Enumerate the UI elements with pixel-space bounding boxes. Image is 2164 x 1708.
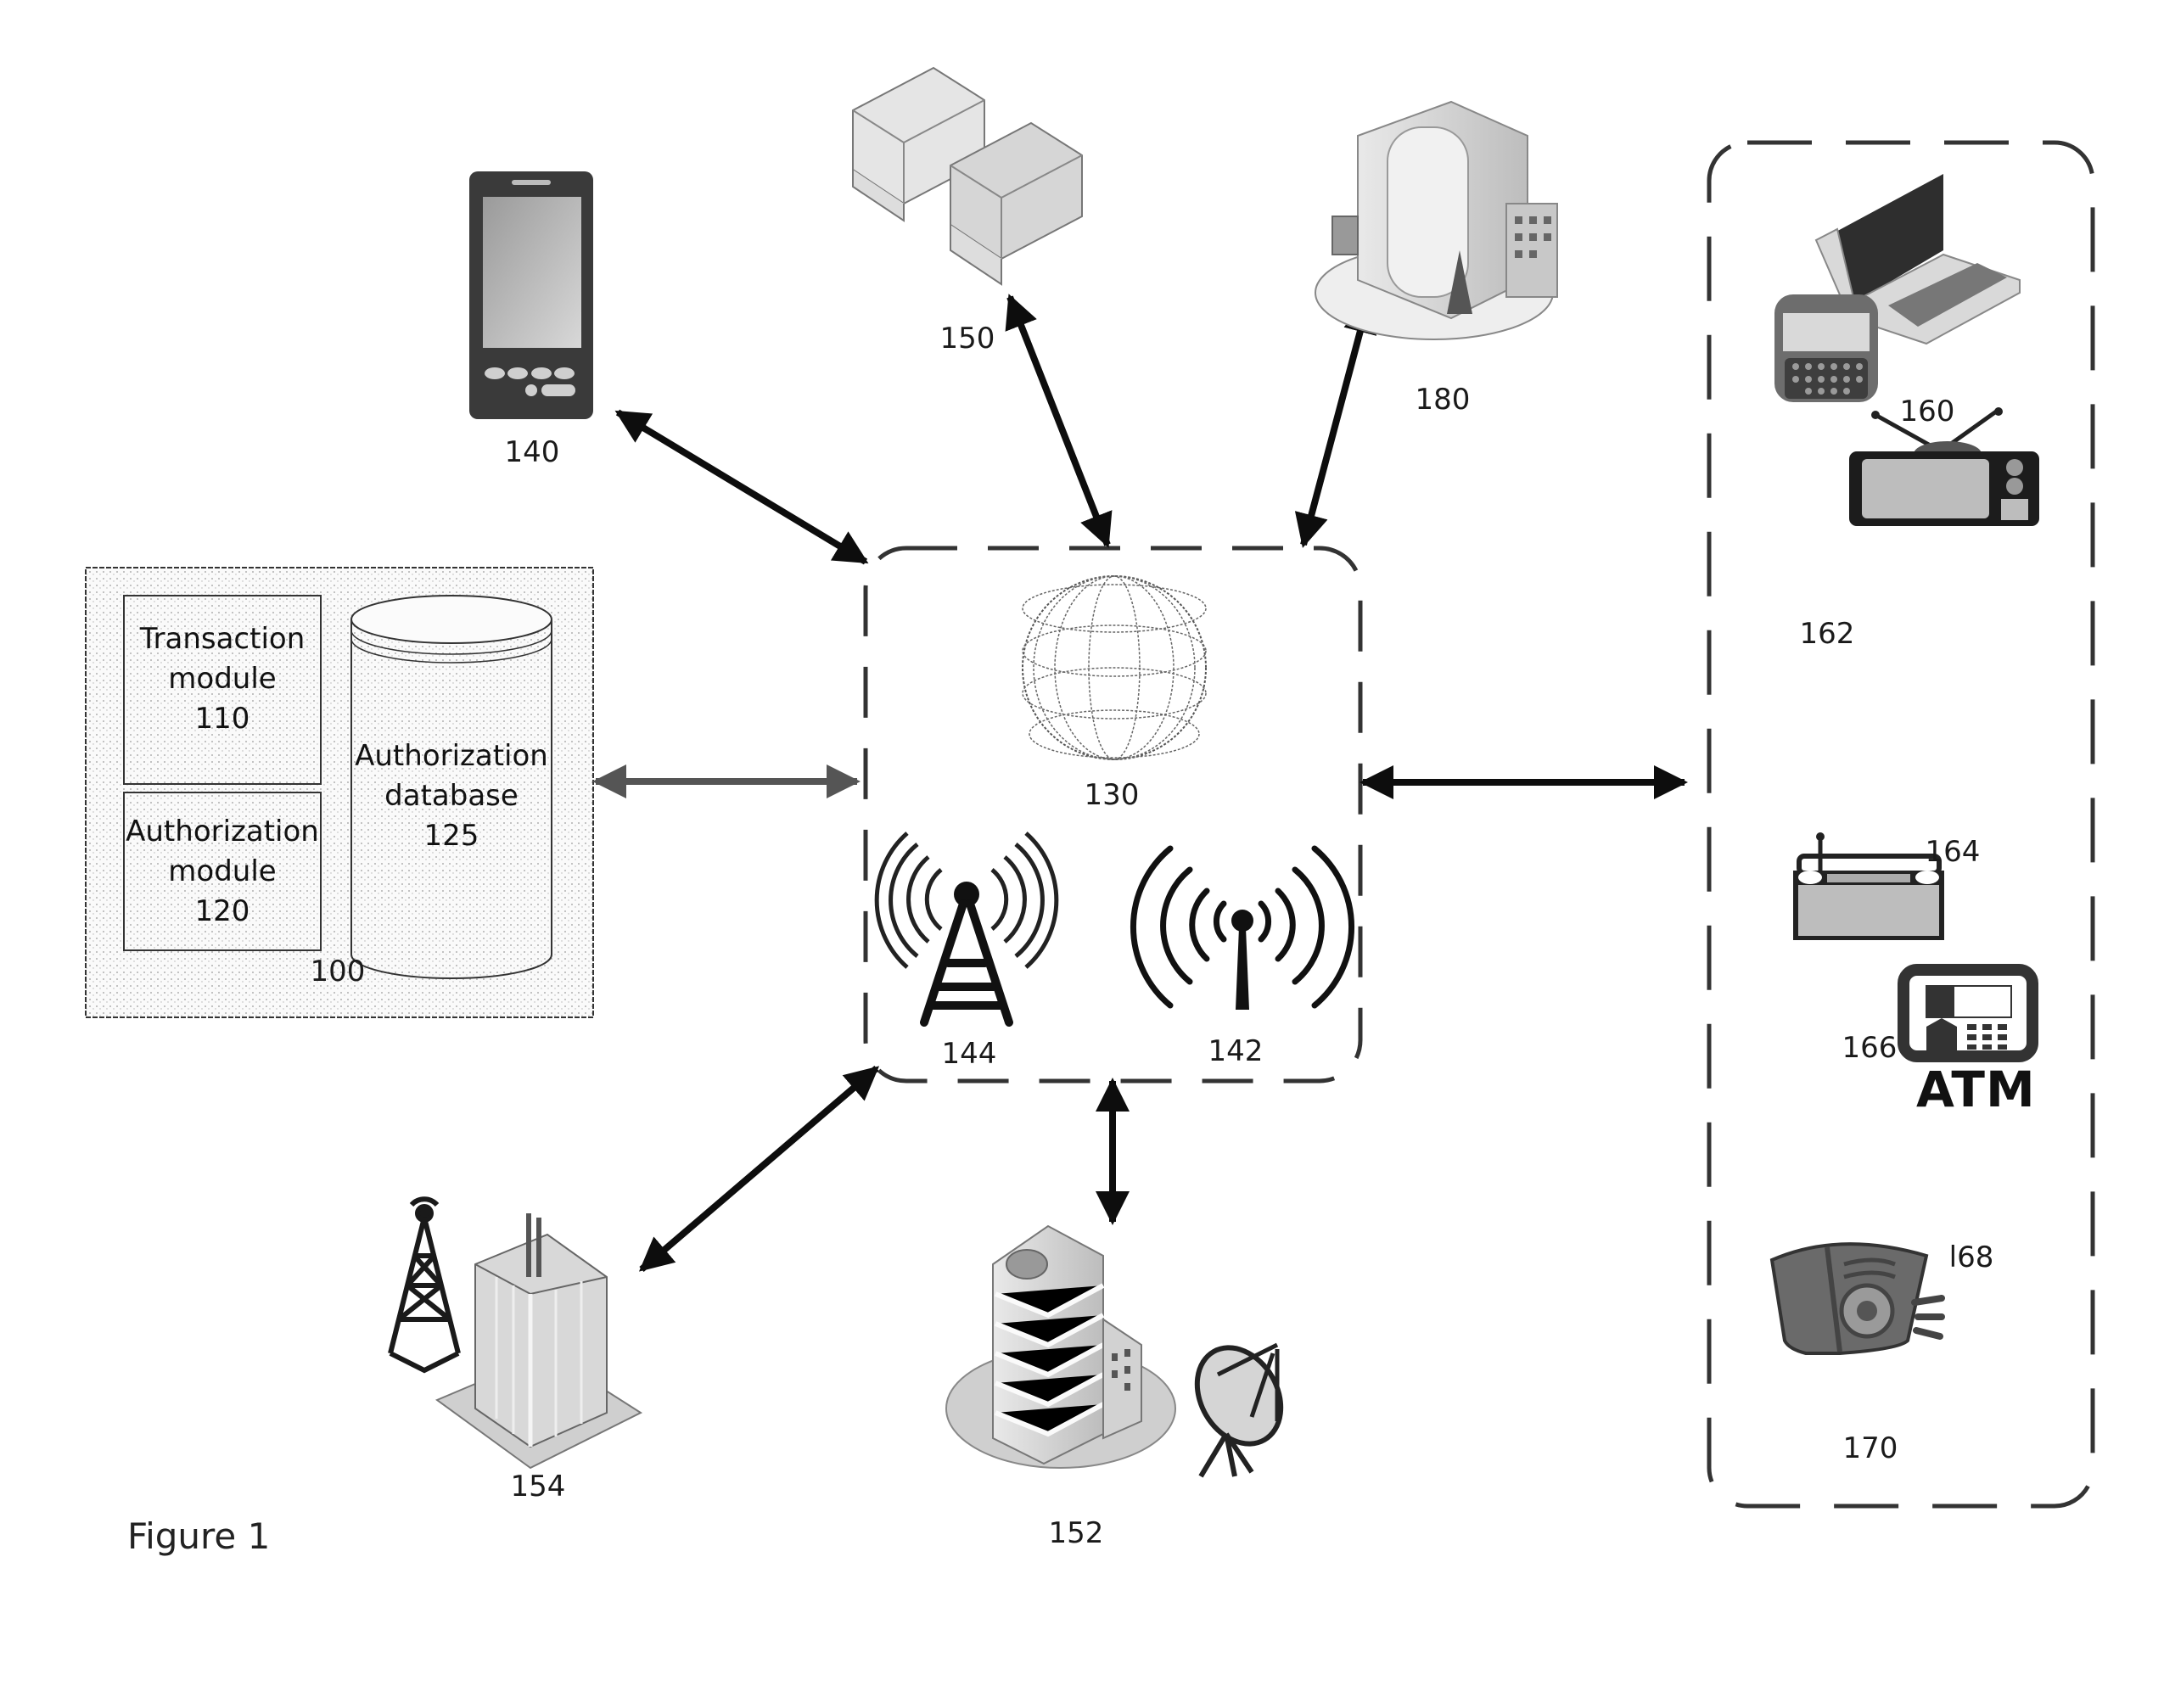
cell-tower-icon xyxy=(874,832,1059,1027)
ref-label-164: 164 xyxy=(1925,835,1981,869)
ref-label-180: 180 xyxy=(1415,383,1471,417)
building-icon[interactable] xyxy=(1315,100,1558,340)
ref-label-150: 150 xyxy=(939,322,995,356)
antenna-icon xyxy=(1130,845,1355,1010)
ref-label-100: 100 xyxy=(310,955,366,988)
ref-label-152: 152 xyxy=(1048,1516,1104,1550)
figure-caption: Figure 1 xyxy=(127,1515,271,1557)
arrow-140-130 xyxy=(614,409,869,565)
authorization-module-label: Authorization module 120 xyxy=(124,812,321,932)
radio-tower-icon xyxy=(388,1196,461,1374)
arrow-150-130 xyxy=(1005,294,1113,548)
ref-label-154: 154 xyxy=(510,1470,566,1504)
database-ref-number: 125 xyxy=(423,819,479,853)
arrow-180-130 xyxy=(1294,299,1377,548)
atm-caption: ATM xyxy=(1916,1061,2036,1118)
office-tower xyxy=(434,1213,643,1470)
network-130-boundary xyxy=(863,546,1363,1084)
diagram-canvas xyxy=(85,66,2095,1509)
module-title-line: Transaction xyxy=(139,622,306,656)
transaction-module-label: Transaction module 110 xyxy=(124,619,321,739)
atm-icon[interactable] xyxy=(1898,964,2038,1062)
ref-label-162: 162 xyxy=(1799,617,1855,651)
qwerty-phone-icon[interactable] xyxy=(1774,294,1878,402)
speaker-icon[interactable] xyxy=(1769,1242,1945,1355)
database-title-line: Authorization xyxy=(355,739,548,773)
server-icon[interactable] xyxy=(852,66,1083,286)
arrow-154-130 xyxy=(638,1065,880,1273)
ref-label-140: 140 xyxy=(504,435,560,469)
globe-icon xyxy=(1022,575,1207,760)
ref-label-160: 160 xyxy=(1899,395,1955,428)
ref-label-144: 144 xyxy=(941,1037,997,1071)
ref-label-130: 130 xyxy=(1084,778,1140,812)
smartphone-icon[interactable] xyxy=(469,171,593,419)
ref-label-166: 166 xyxy=(1842,1031,1898,1065)
satellite-building-icon[interactable] xyxy=(945,1224,1298,1478)
authorization-database-label: Authorization database 125 xyxy=(351,736,552,856)
module-ref-number: 110 xyxy=(194,702,250,736)
ref-label-168: l68 xyxy=(1948,1240,1994,1274)
module-title-line: Authorization xyxy=(126,815,319,848)
radio-icon[interactable] xyxy=(1793,832,1944,940)
ref-label-170: 170 xyxy=(1842,1431,1898,1465)
ref-label-142: 142 xyxy=(1208,1034,1264,1068)
module-title-line: module xyxy=(168,662,277,696)
connection-arrows xyxy=(592,294,1688,1273)
tower-building-icon[interactable] xyxy=(388,1196,643,1470)
satellite-dish-icon xyxy=(1194,1342,1284,1478)
module-title-line: module xyxy=(168,854,277,888)
database-title-line: database xyxy=(384,779,519,813)
module-ref-number: 120 xyxy=(194,894,250,928)
